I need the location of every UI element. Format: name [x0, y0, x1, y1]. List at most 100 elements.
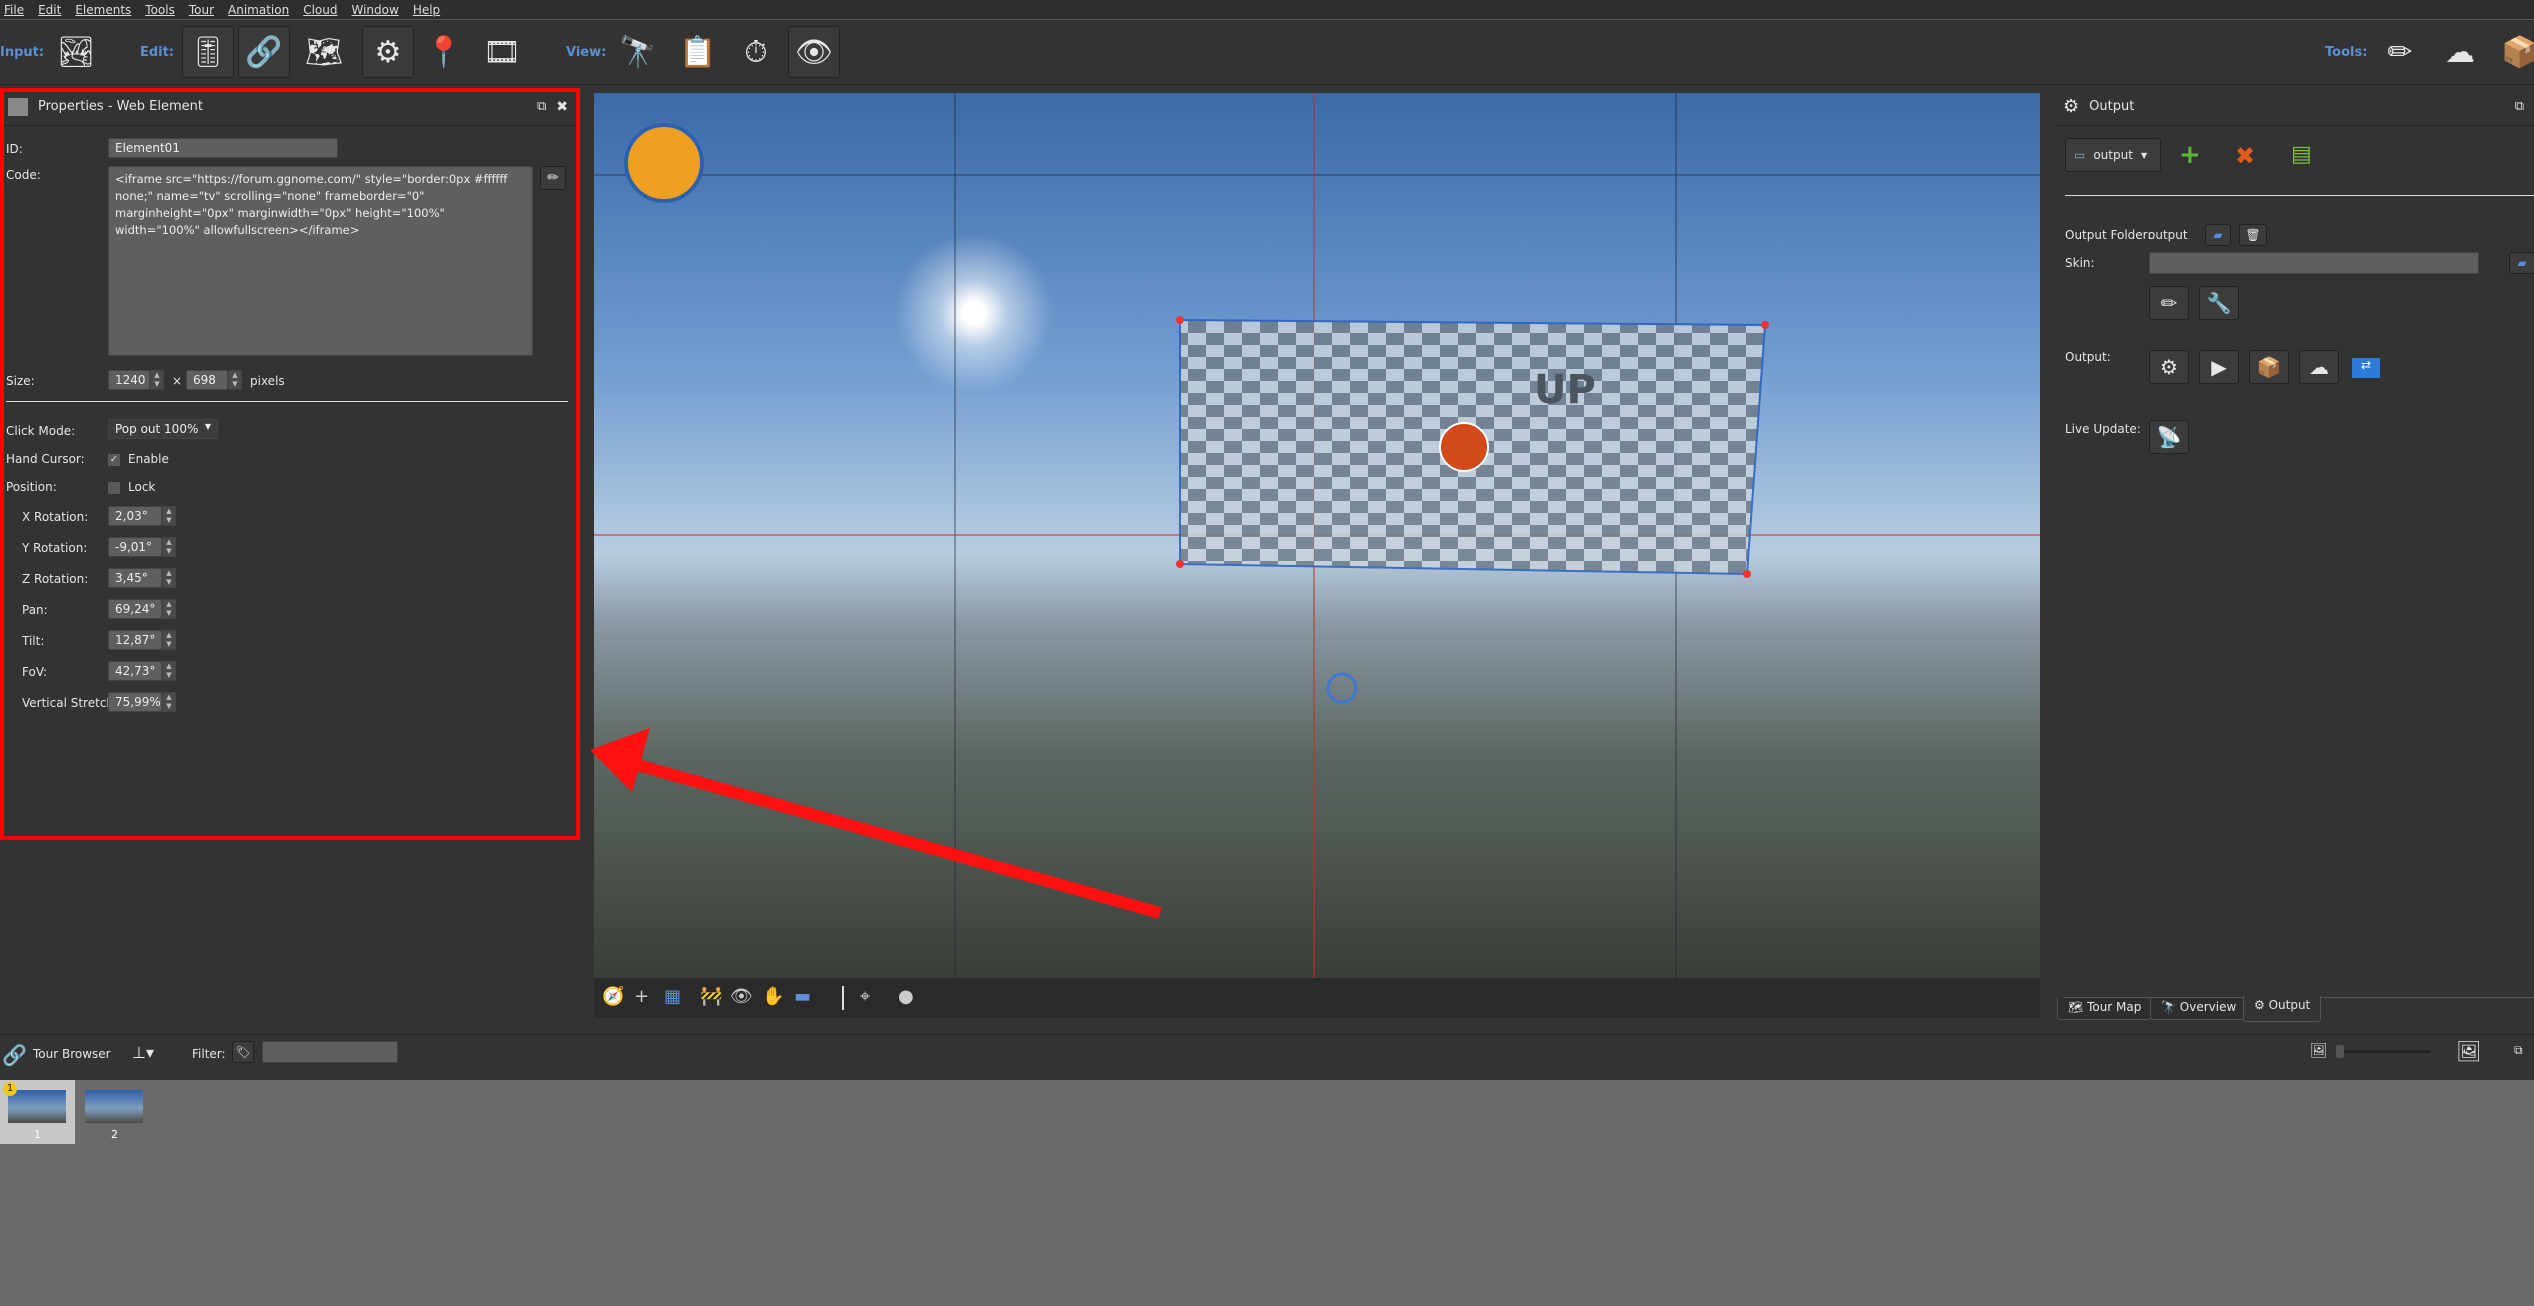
- skin-select[interactable]: [2149, 252, 2479, 274]
- preview-screen-icon[interactable]: ▶: [2199, 350, 2239, 384]
- document-icon[interactable]: ▤: [2291, 142, 2312, 167]
- target-icon[interactable]: ⌖: [860, 986, 870, 1007]
- menu-cloud[interactable]: Cloud: [303, 3, 337, 17]
- delete-output-x-icon[interactable]: ✖: [2235, 142, 2255, 170]
- skin-editor-icon[interactable]: ✏: [2149, 286, 2189, 320]
- view-cone-eye-icon[interactable]: 👁: [730, 986, 753, 1007]
- output-folder-label: Output Folder:: [2065, 228, 2152, 242]
- menu-file[interactable]: File: [4, 3, 24, 17]
- param-input[interactable]: 69,24°: [108, 599, 162, 619]
- param-spinner[interactable]: ▲ ▼: [162, 537, 176, 557]
- param-input[interactable]: 42,73°: [108, 661, 162, 681]
- grid-icon[interactable]: ▦: [664, 986, 681, 1007]
- output-selector[interactable]: ▭ output ▼: [2065, 138, 2161, 172]
- cloud-upload-icon[interactable]: ☁: [2299, 350, 2339, 384]
- menu-animation[interactable]: Animation: [228, 3, 289, 17]
- param-spinner[interactable]: ▲ ▼: [162, 630, 176, 650]
- slider-handle[interactable]: [2336, 1045, 2344, 1058]
- float-panel-icon[interactable]: ⧉: [2515, 99, 2524, 114]
- param-input[interactable]: 75,99%: [108, 692, 162, 712]
- plugin-connector-icon[interactable]: ⇄: [2352, 358, 2380, 378]
- click-mode-select[interactable]: Pop out 100% ▼: [108, 419, 218, 439]
- param-spinner[interactable]: ▲ ▼: [162, 692, 176, 712]
- gnome-box-icon[interactable]: 📦: [2249, 350, 2289, 384]
- timer-icon[interactable]: ⏱: [730, 26, 782, 78]
- menu-elements[interactable]: Elements: [75, 3, 131, 17]
- tour-map-icon[interactable]: 🗺: [298, 26, 350, 78]
- animation-film-icon[interactable]: 🎞: [476, 26, 528, 78]
- output-title: Output: [2089, 99, 2135, 114]
- times-sign: ×: [172, 374, 183, 388]
- binoculars-icon[interactable]: 🔭: [612, 26, 664, 78]
- properties-sliders-icon: [8, 97, 28, 116]
- close-panel-icon[interactable]: ✖: [556, 99, 568, 115]
- skin-editor-icon[interactable]: ✏: [2374, 26, 2426, 78]
- menu-help[interactable]: Help: [413, 3, 440, 17]
- tab-tour-map[interactable]: 🗺 Tour Map: [2057, 998, 2153, 1020]
- add-output-plus-icon[interactable]: +: [2179, 140, 2201, 170]
- code-textarea[interactable]: <iframe src="https://forum.ggnome.com/" …: [108, 166, 533, 356]
- divider: [6, 401, 568, 402]
- tab-output[interactable]: ⚙ Output: [2243, 996, 2322, 1022]
- checkbox-checked-icon: ✓: [108, 453, 120, 466]
- thumbnail-size-slider[interactable]: [2336, 1045, 2430, 1058]
- gnome-cloud-icon[interactable]: ☁: [2434, 26, 2486, 78]
- id-input[interactable]: Element01: [108, 138, 338, 158]
- param-spinner[interactable]: ▲ ▼: [162, 599, 176, 619]
- param-input[interactable]: 3,45°: [108, 568, 162, 588]
- trash-icon[interactable]: 🗑: [2239, 224, 2267, 246]
- open-skin-folder-icon[interactable]: ▰: [2509, 252, 2534, 274]
- open-folder-icon[interactable]: ▰: [2205, 224, 2231, 246]
- properties-title: Properties - Web Element: [38, 99, 203, 114]
- menu-tools[interactable]: Tools: [145, 3, 175, 17]
- param-spinner[interactable]: ▲ ▼: [162, 506, 176, 526]
- menu-edit[interactable]: Edit: [38, 3, 61, 17]
- panorama-icon[interactable]: ▬: [794, 986, 811, 1007]
- hand-icon[interactable]: ✋: [762, 986, 784, 1007]
- compass-icon[interactable]: 🧭: [602, 986, 624, 1007]
- param-input[interactable]: 12,87°: [108, 630, 162, 650]
- menu-tour[interactable]: Tour: [189, 3, 214, 17]
- properties-title-bar: Properties - Web Element ⧉ ✖: [0, 88, 580, 126]
- visibility-eye-icon[interactable]: 👁: [788, 26, 840, 78]
- float-panel-icon[interactable]: ⧉: [537, 99, 546, 114]
- barrier-icon[interactable]: 🚧: [700, 986, 722, 1007]
- thumbnail-1[interactable]: [8, 1090, 66, 1123]
- clipboard-icon[interactable]: 📋: [672, 26, 724, 78]
- edit-code-pencil-icon[interactable]: ✏: [540, 166, 566, 190]
- package-icon[interactable]: 📦: [2494, 26, 2534, 78]
- position-lock-option: Lock: [128, 480, 156, 494]
- live-update-antenna-icon[interactable]: 📡: [2149, 420, 2189, 454]
- width-spinner[interactable]: ▲ ▼: [150, 370, 164, 390]
- color-circles-icon[interactable]: ●: [898, 986, 914, 1007]
- tour-browser-icon[interactable]: 🔗: [238, 26, 290, 78]
- param-spinner[interactable]: ▲ ▼: [162, 661, 176, 681]
- hand-cursor-checkbox[interactable]: ✓ Enable: [108, 452, 169, 466]
- param-input[interactable]: -9,01°: [108, 537, 162, 557]
- position-lock-checkbox[interactable]: Lock: [108, 480, 155, 494]
- tab-overview[interactable]: 🔭 Overview: [2150, 998, 2248, 1020]
- float-panel-icon[interactable]: ⧉: [2514, 1043, 2523, 1058]
- skin-label: Skin:: [2065, 256, 2095, 270]
- height-input[interactable]: 698: [186, 370, 228, 390]
- output-grinder-icon[interactable]: ⚙: [362, 26, 414, 78]
- param-spinner[interactable]: ▲ ▼: [162, 568, 176, 588]
- filter-select[interactable]: [262, 1041, 398, 1063]
- google-street-view-icon[interactable]: 📍: [418, 26, 470, 78]
- param-input[interactable]: 2,03°: [108, 506, 162, 526]
- width-input[interactable]: 1240: [108, 370, 150, 390]
- output-title-bar: ⚙ Output ⧉: [2055, 88, 2534, 126]
- height-spinner[interactable]: ▲ ▼: [228, 370, 242, 390]
- toolbar-separator: [842, 986, 844, 1010]
- stamp-icon[interactable]: ⊥▾: [132, 1043, 154, 1062]
- thumbnail-2[interactable]: [85, 1090, 143, 1123]
- add-panorama-icon[interactable]: 🏞: [50, 26, 102, 78]
- crosshair-plus-icon[interactable]: +: [634, 986, 649, 1007]
- properties-sliders-icon[interactable]: 🎚: [182, 26, 234, 78]
- menu-window[interactable]: Window: [351, 3, 398, 17]
- settings-gear-icon[interactable]: ⚙: [2149, 350, 2189, 384]
- panorama-viewer[interactable]: UP: [594, 93, 2040, 978]
- id-label: ID:: [6, 142, 23, 156]
- tag-filter-icon[interactable]: 🏷: [232, 1041, 254, 1063]
- tools-icon[interactable]: 🔧: [2199, 286, 2239, 320]
